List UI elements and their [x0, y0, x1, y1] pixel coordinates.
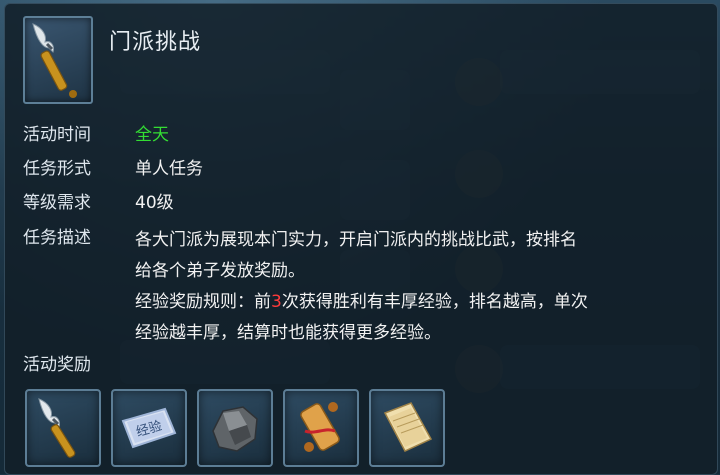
spear-icon	[38, 398, 76, 458]
desc-line: 各大门派为展现本门实力，开启门派内的挑战比武，按排名	[135, 230, 577, 250]
page-title: 门派挑战	[109, 30, 202, 55]
paper-book-icon	[383, 402, 433, 452]
rule-prefix: 经验奖励规则：前	[135, 292, 271, 312]
reward-slot-spear[interactable]	[25, 389, 101, 467]
form-value: 单人任务	[135, 159, 203, 179]
level-label: 等级需求	[23, 193, 91, 213]
scroll-icon	[300, 402, 340, 452]
reward-slot-exp-card[interactable]: 经验	[111, 389, 187, 467]
level-value: 40级	[135, 193, 174, 213]
reward-slot-scroll[interactable]	[283, 389, 359, 467]
time-label: 活动时间	[23, 125, 91, 145]
experience-card-icon: 经验	[121, 407, 177, 449]
form-label: 任务形式	[23, 159, 91, 179]
rule-suffix: 次获得胜利有丰厚经验，排名越高，单次	[281, 292, 588, 312]
spear-icon	[23, 16, 93, 104]
rule-highlight: 3	[271, 292, 282, 312]
time-value: 全天	[135, 125, 169, 145]
exp-rule-line: 经验奖励规则：前3次获得胜利有丰厚经验，排名越高，单次	[135, 287, 705, 318]
exp-rule-line: 经验越丰厚，结算时也能获得更多经验。	[135, 323, 441, 343]
activity-tooltip: 门派挑战 活动时间 全天 任务形式 单人任务 等级需求 40级 任务描述 各大门…	[4, 3, 718, 475]
desc-line: 给各个弟子发放奖励。	[135, 261, 305, 281]
reward-label: 活动奖励	[23, 355, 91, 375]
task-description: 各大门派为展现本门实力，开启门派内的挑战比武，按排名 给各个弟子发放奖励。 经验…	[135, 225, 705, 349]
ore-icon	[212, 406, 258, 452]
reward-slot-book[interactable]	[369, 389, 445, 467]
desc-label: 任务描述	[23, 228, 91, 248]
reward-slot-ore[interactable]	[197, 389, 273, 467]
